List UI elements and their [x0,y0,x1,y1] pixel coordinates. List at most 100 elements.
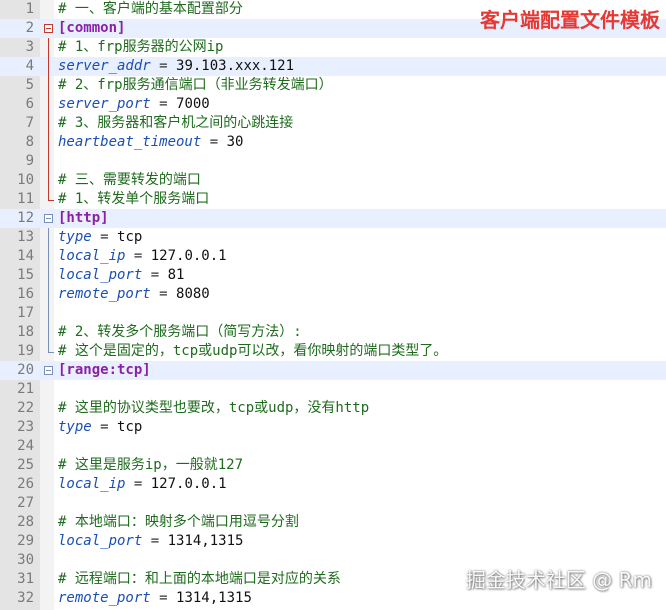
equals-sign: = [142,533,168,549]
file-template-title: 客户端配置文件模板 [480,8,660,32]
line-number: 12 [17,210,34,226]
fold-guide [43,114,54,133]
fold-guide [43,247,54,266]
line-number: 14 [17,248,34,264]
config-key: type [58,419,92,435]
config-value: 30 [226,134,244,150]
line-number: 8 [25,134,34,150]
comment-text: # 三、需要转发的端口 [58,172,201,188]
code-line[interactable]: 23 type = tcp [0,418,666,437]
code-line[interactable]: 18 # 2、转发多个服务端口（简写方法）: [0,323,666,342]
config-value: 8080 [176,286,210,302]
code-line[interactable]: 14 local_ip = 127.0.0.1 [0,247,666,266]
fold-toggle-icon[interactable] [43,361,54,380]
code-line[interactable]: 5 # 2、frp服务通信端口（非业务转发端口） [0,76,666,95]
line-number: 22 [17,400,34,416]
code-line[interactable]: 24 [0,437,666,456]
code-line[interactable]: 20 [range:tcp] [0,361,666,380]
line-number: 28 [17,514,34,530]
comment-text: # 这里是服务ip，一般就127 [58,457,244,473]
equals-sign: = [150,96,177,112]
line-number: 24 [17,438,34,454]
config-key: local_ip [58,248,126,264]
line-number: 19 [17,343,34,359]
code-line[interactable]: 11 # 1、转发单个服务端口 [0,190,666,209]
fold-guide [43,342,54,361]
code-line[interactable]: 17 [0,304,666,323]
fold-guide [43,171,54,190]
config-value: 1314,1315 [176,590,252,606]
comment-text: # 3、服务器和客户机之间的心跳连接 [58,115,294,131]
fold-toggle-icon[interactable] [43,19,54,38]
fold-guide [43,285,54,304]
config-key: remote_port [58,590,151,606]
code-line[interactable]: 25 # 这里是服务ip，一般就127 [0,456,666,475]
line-number: 17 [17,305,34,321]
fold-guide [43,323,54,342]
comment-text: # 2、frp服务通信端口（非业务转发端口） [58,77,333,93]
code-editor[interactable]: 1 # 一、客户端的基本配置部分 2 [common] 3 # 1、frp服务器的公网ip… [0,0,666,610]
line-number: 27 [17,495,34,511]
line-number: 9 [25,153,34,169]
fold-guide [43,304,54,323]
code-line[interactable]: 16 remote_port = 8080 [0,285,666,304]
line-number: 1 [25,1,34,17]
line-number: 18 [17,324,34,340]
code-line[interactable]: 9 [0,152,666,171]
equals-sign: = [125,248,151,264]
line-number: 10 [17,172,34,188]
code-line[interactable]: 15 local_port = 81 [0,266,666,285]
config-entry: local_port = 81 [58,266,184,285]
code-line[interactable]: 4 server_addr = 39.103.xxx.121 [0,57,666,76]
config-entry: remote_port = 1314,1315 [58,589,252,608]
fold-guide [43,228,54,247]
section-header: [common] [58,20,126,36]
line-number: 23 [17,419,34,435]
config-value: 127.0.0.1 [150,476,227,492]
code-line[interactable]: 7 # 3、服务器和客户机之间的心跳连接 [0,114,666,133]
fold-guide [43,133,54,152]
code-line[interactable]: 12 [http] [0,209,666,228]
equals-sign: = [91,419,118,435]
code-line[interactable]: 21 [0,380,666,399]
code-line[interactable]: 22 # 这里的协议类型也要改，tcp或udp，没有http [0,399,666,418]
comment-text: # 一、客户端的基本配置部分 [58,1,243,17]
equals-sign: = [150,58,177,74]
equals-sign: = [201,134,227,150]
comment-text: # 远程端口：和上面的本地端口是对应的关系 [58,571,341,587]
line-number: 4 [25,58,34,74]
comment-text: # 2、转发多个服务端口（简写方法）: [58,324,302,340]
config-key: server_addr [58,58,151,74]
fold-guide [43,266,54,285]
line-number: 3 [25,39,34,55]
config-key: heartbeat_timeout [58,134,202,150]
code-line[interactable]: 3 # 1、frp服务器的公网ip [0,38,666,57]
line-number: 13 [17,229,34,245]
config-entry: local_port = 1314,1315 [58,532,243,551]
config-value: 1314,1315 [167,533,244,549]
section-header: [http] [58,210,109,226]
config-key: local_port [58,267,143,283]
code-line[interactable]: 26 local_ip = 127.0.0.1 [0,475,666,494]
line-number: 30 [17,552,34,568]
code-line[interactable]: 8 heartbeat_timeout = 30 [0,133,666,152]
config-value: 7000 [176,96,210,112]
code-line[interactable]: 6 server_port = 7000 [0,95,666,114]
fold-guide [43,95,54,114]
config-entry: local_ip = 127.0.0.1 [58,247,227,266]
config-entry: heartbeat_timeout = 30 [58,133,243,152]
equals-sign: = [91,229,118,245]
code-line[interactable]: 10 # 三、需要转发的端口 [0,171,666,190]
code-line[interactable]: 28 # 本地端口：映射多个端口用逗号分割 [0,513,666,532]
comment-text: # 本地端口：映射多个端口用逗号分割 [58,514,299,530]
line-number: 6 [25,96,34,112]
section-header: [range:tcp] [58,362,151,378]
fold-toggle-icon[interactable] [43,209,54,228]
code-line[interactable]: 27 [0,494,666,513]
code-line[interactable]: 19 # 这个是固定的，tcp或udp可以改，看你映射的端口类型了。 [0,342,666,361]
line-number: 11 [17,191,34,207]
fold-guide [43,190,54,209]
config-value: 39.103.xxx.121 [176,58,295,74]
code-line[interactable]: 13 type = tcp [0,228,666,247]
code-line[interactable]: 29 local_port = 1314,1315 [0,532,666,551]
